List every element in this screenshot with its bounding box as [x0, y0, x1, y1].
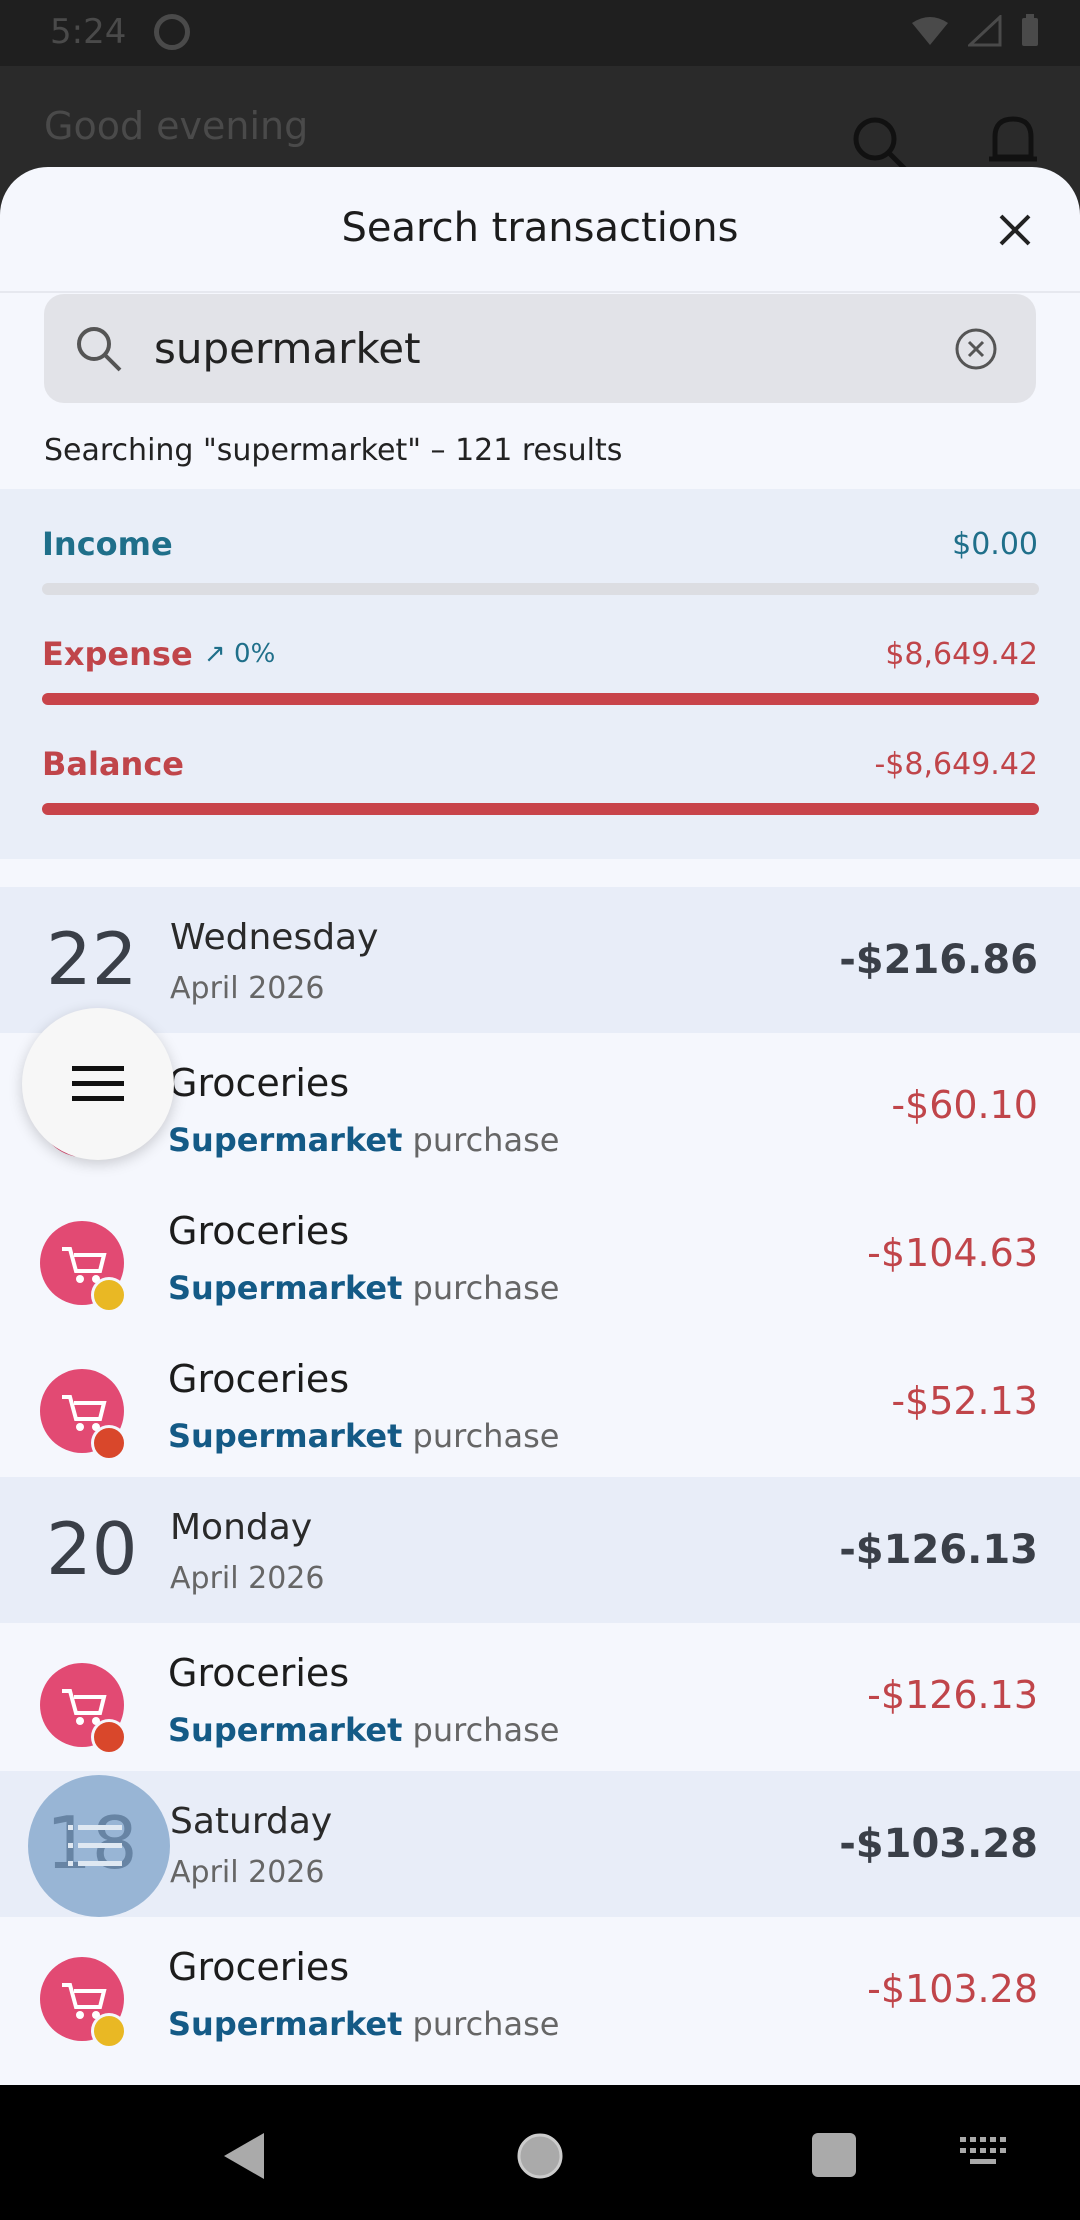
income-value: $0.00: [952, 527, 1038, 562]
transaction-amount: -$52.13: [891, 1379, 1038, 1423]
day-number: 20: [46, 1507, 138, 1591]
sheet-title: Search transactions: [341, 205, 739, 251]
clear-search-icon[interactable]: [954, 327, 998, 371]
merchant-highlight: Supermarket: [168, 1269, 403, 1307]
balance-row: Balance -$8,649.42: [42, 745, 1038, 785]
transaction-amount: -$103.28: [867, 1967, 1038, 2011]
expense-trend: ↗ 0%: [204, 639, 276, 669]
day-weekday: Monday: [170, 1507, 313, 1548]
status-bar: 5:24: [0, 0, 1080, 66]
description-rest: purchase: [402, 1417, 560, 1455]
expense-value: $8,649.42: [885, 637, 1038, 672]
transaction-row[interactable]: Groceries Supermarket purchase -$126.13: [0, 1623, 1080, 1771]
description-rest: purchase: [402, 2005, 560, 2043]
transaction-category: Groceries: [168, 1061, 350, 1105]
coin-icon: [91, 2013, 127, 2049]
battery-icon: [1022, 14, 1038, 46]
notification-icon: [154, 14, 190, 50]
day-month: April 2026: [170, 971, 325, 1006]
transaction-description: Supermarket purchase: [168, 1417, 559, 1455]
search-result-summary: Searching "supermarket" – 121 results: [44, 433, 623, 468]
greeting-text: Good evening: [44, 104, 309, 148]
day-total: -$126.13: [839, 1527, 1038, 1573]
expense-row: Expense ↗ 0% $8,649.42: [42, 635, 1038, 675]
transaction-row[interactable]: Groceries Supermarket purchase -$104.63: [0, 1181, 1080, 1329]
transaction-description: Supermarket purchase: [168, 2005, 559, 2043]
day-total: -$216.86: [839, 937, 1038, 983]
transaction-description: Supermarket purchase: [168, 1711, 559, 1749]
transaction-category: Groceries: [168, 1945, 350, 1989]
balance-label: Balance: [42, 745, 184, 783]
recents-icon[interactable]: [812, 2133, 856, 2177]
signal-icon: [968, 15, 1002, 47]
day-number: 22: [46, 917, 138, 1001]
day-weekday: Wednesday: [170, 917, 379, 958]
system-nav-bar: [0, 2085, 1080, 2220]
day-header[interactable]: 22 Wednesday April 2026 -$216.86: [0, 887, 1080, 1033]
status-time: 5:24: [50, 12, 127, 52]
income-label: Income: [42, 525, 173, 563]
balance-value: -$8,649.42: [874, 747, 1038, 782]
search-icon: [77, 327, 122, 372]
home-icon[interactable]: [515, 2131, 565, 2181]
transaction-category: Groceries: [168, 1357, 350, 1401]
summary-card: Income $0.00 Expense ↗ 0% $8,649.42 Bala…: [0, 489, 1080, 859]
merchant-highlight: Supermarket: [168, 1417, 403, 1455]
wallet-icon: [91, 1719, 127, 1755]
transaction-row[interactable]: Groceries Supermarket purchase -$52.13: [0, 1329, 1080, 1477]
transaction-row[interactable]: Groceries Supermarket purchase -$103.28: [0, 1917, 1080, 2065]
search-field[interactable]: [44, 294, 1036, 403]
day-total: -$103.28: [839, 1821, 1038, 1867]
transaction-category: Groceries: [168, 1651, 350, 1695]
cash-icon: [91, 1277, 127, 1313]
menu-fab[interactable]: [22, 1008, 174, 1160]
transaction-amount: -$126.13: [867, 1673, 1038, 1717]
search-icon: [853, 117, 908, 172]
merchant-highlight: Supermarket: [168, 1121, 403, 1159]
description-rest: purchase: [402, 1121, 560, 1159]
transaction-amount: -$104.63: [867, 1231, 1038, 1275]
keyboard-icon[interactable]: [960, 2137, 1006, 2167]
sort-fab[interactable]: [28, 1775, 170, 1917]
expense-bar: [42, 693, 1039, 705]
transaction-category: Groceries: [168, 1209, 350, 1253]
transaction-description: Supermarket purchase: [168, 1269, 559, 1307]
close-button[interactable]: [990, 205, 1040, 255]
expense-label: Expense: [42, 635, 193, 673]
status-icons: [910, 14, 1040, 48]
day-month: April 2026: [170, 1561, 325, 1596]
search-sheet: Search transactions Searching "supermark…: [0, 167, 1080, 2085]
merchant-highlight: Supermarket: [168, 1711, 403, 1749]
income-row: Income $0.00: [42, 525, 1038, 565]
description-rest: purchase: [402, 1711, 560, 1749]
day-month: April 2026: [170, 1855, 325, 1890]
wallet-icon: [91, 1425, 127, 1461]
back-icon[interactable]: [222, 2131, 266, 2181]
income-bar: [42, 583, 1039, 595]
transaction-description: Supermarket purchase: [168, 1121, 559, 1159]
day-weekday: Saturday: [170, 1801, 333, 1842]
sort-list-icon: [68, 1825, 122, 1866]
search-input[interactable]: [154, 294, 934, 403]
close-icon: [999, 214, 1031, 246]
wifi-icon: [912, 17, 948, 45]
merchant-highlight: Supermarket: [168, 2005, 403, 2043]
balance-bar: [42, 803, 1039, 815]
description-rest: purchase: [402, 1269, 560, 1307]
bell-icon: [989, 116, 1037, 162]
sheet-header: Search transactions: [0, 167, 1080, 293]
day-header[interactable]: 20 Monday April 2026 -$126.13: [0, 1477, 1080, 1623]
transaction-amount: -$60.10: [891, 1083, 1038, 1127]
menu-icon: [72, 1066, 124, 1101]
